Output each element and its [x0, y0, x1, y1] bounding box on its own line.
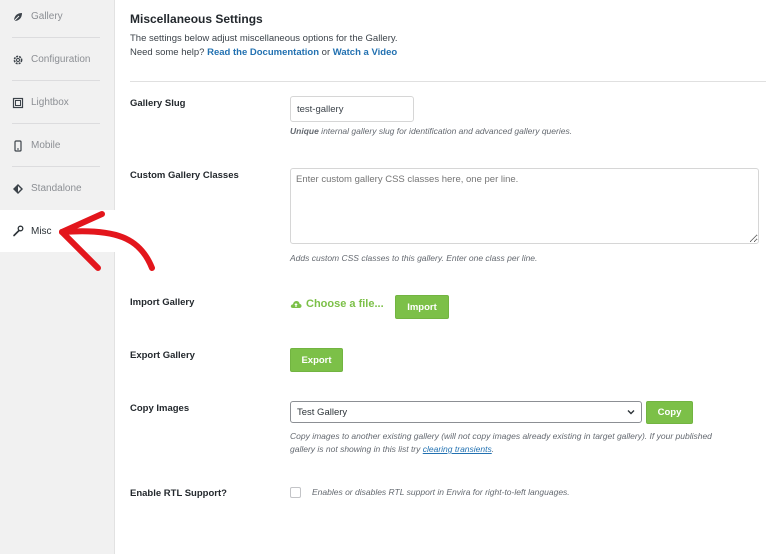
rtl-support-label: Enable RTL Support?	[130, 488, 227, 499]
rtl-support-checkbox[interactable]	[290, 487, 301, 498]
copy-help-suffix: .	[491, 444, 495, 454]
header-divider	[130, 81, 766, 82]
sidebar-item-label: Misc	[31, 225, 52, 237]
custom-classes-label: Custom Gallery Classes	[130, 170, 239, 181]
gear-icon	[12, 54, 24, 66]
sidebar-item-label: Standalone	[31, 183, 82, 194]
help-line: Need some help? Read the Documentation o…	[130, 46, 398, 60]
sidebar-item-lightbox[interactable]: Lightbox	[0, 81, 114, 124]
leaf-icon	[12, 11, 24, 23]
copy-gallery-select[interactable]: Test Gallery	[290, 401, 642, 423]
description-text: The settings below adjust miscellaneous …	[130, 33, 398, 44]
copy-help-prefix: gallery is not showing in this list try	[290, 444, 423, 454]
cloud-upload-icon	[290, 301, 302, 308]
copy-help-line2: gallery is not showing in this list try …	[290, 443, 760, 456]
copy-images-help: Copy images to another existing gallery …	[290, 430, 760, 456]
page-description: The settings below adjust miscellaneous …	[130, 32, 398, 60]
export-gallery-label: Export Gallery	[130, 350, 195, 361]
choose-file-label: Choose a file...	[306, 298, 384, 310]
watch-video-link[interactable]: Watch a Video	[333, 47, 397, 58]
sidebar-item-mobile[interactable]: Mobile	[0, 124, 114, 167]
sidebar-item-misc[interactable]: Misc	[0, 210, 116, 252]
sidebar-item-label: Mobile	[31, 140, 61, 151]
sidebar-item-label: Gallery	[31, 11, 63, 22]
custom-classes-textarea[interactable]	[290, 168, 759, 244]
gallery-slug-input[interactable]	[290, 96, 414, 122]
mobile-icon	[12, 139, 24, 152]
wrench-icon	[12, 225, 24, 237]
page-title: Miscellaneous Settings	[130, 12, 263, 26]
export-button[interactable]: Export	[290, 348, 343, 372]
gallery-slug-label: Gallery Slug	[130, 98, 186, 109]
documentation-link[interactable]: Read the Documentation	[207, 47, 319, 58]
sidebar-item-gallery[interactable]: Gallery	[0, 0, 114, 38]
clearing-transients-link[interactable]: clearing transients	[423, 444, 492, 454]
sidebar-item-configuration[interactable]: Configuration	[0, 38, 114, 81]
help-prefix: Need some help?	[130, 47, 205, 58]
custom-classes-help: Adds custom CSS classes to this gallery.…	[290, 253, 538, 263]
settings-sidebar: Gallery Configuration Lightbox Mobile St…	[0, 0, 116, 554]
lightbox-icon	[12, 97, 24, 109]
gallery-slug-help: Unique internal gallery slug for identif…	[290, 125, 572, 138]
or-text: or	[321, 47, 331, 58]
import-button[interactable]: Import	[395, 295, 449, 319]
help-rest: internal gallery slug for identification…	[318, 126, 573, 136]
sidebar-item-label: Configuration	[31, 54, 91, 65]
choose-file-button[interactable]: Choose a file...	[290, 298, 384, 310]
diamond-icon	[12, 183, 24, 195]
selected-gallery: Test Gallery	[297, 406, 348, 418]
copy-images-label: Copy Images	[130, 403, 190, 414]
help-bold: Unique	[290, 126, 319, 136]
chevron-down-icon	[627, 410, 635, 415]
rtl-support-help: Enables or disables RTL support in Envir…	[312, 487, 570, 497]
import-gallery-label: Import Gallery	[130, 297, 195, 308]
sidebar-item-label: Lightbox	[31, 97, 69, 108]
sidebar-item-standalone[interactable]: Standalone	[0, 167, 114, 210]
settings-panel: Miscellaneous Settings The settings belo…	[115, 0, 775, 554]
copy-button[interactable]: Copy	[646, 401, 693, 424]
copy-help-line1: Copy images to another existing gallery …	[290, 431, 712, 441]
